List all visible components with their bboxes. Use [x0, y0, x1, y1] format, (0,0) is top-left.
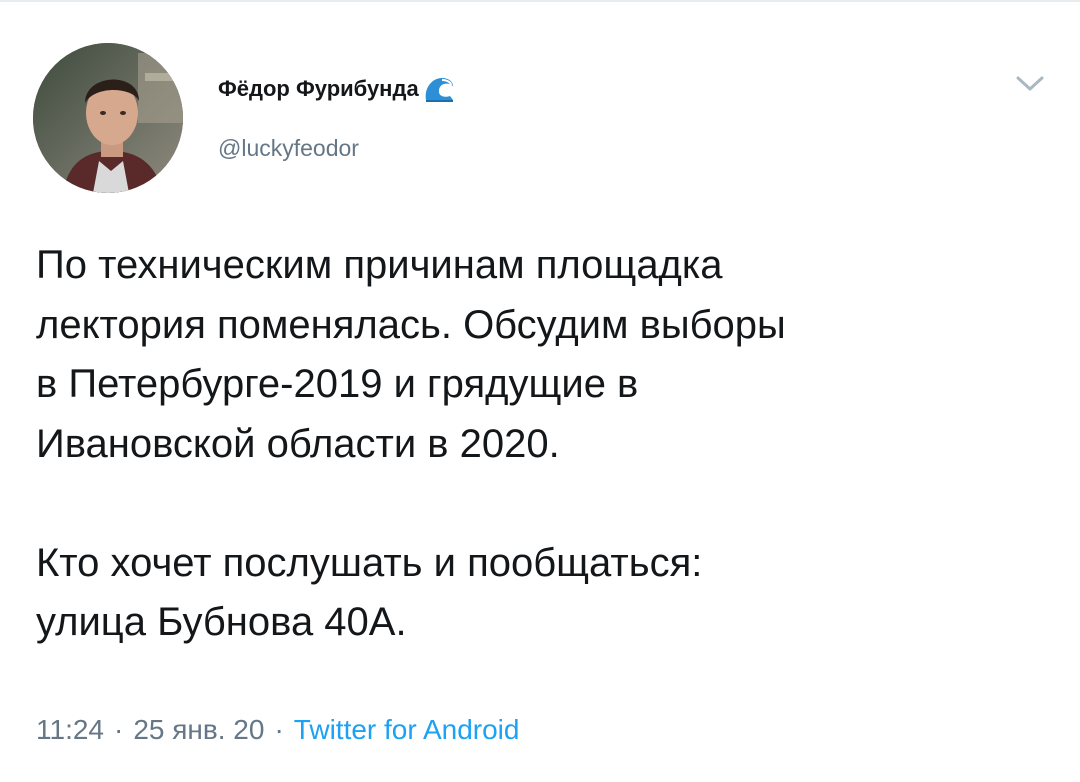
tweet-line: лектория поменялась. Обсудим выборы	[36, 302, 786, 347]
tweet-text: По техническим причинам площадка лектори…	[36, 236, 1046, 653]
meta-separator: ·	[114, 714, 124, 745]
tweet-time[interactable]: 11:24	[36, 714, 104, 745]
meta-separator: ·	[274, 714, 284, 745]
tweet-source-link[interactable]: Twitter for Android	[294, 714, 520, 745]
top-divider	[0, 0, 1080, 2]
tweet-line: в Петербурге-2019 и грядущие в	[36, 362, 639, 406]
tweet-line: Кто хочет послушать и пообщаться:	[36, 540, 703, 585]
chevron-down-icon[interactable]	[1010, 70, 1050, 98]
tweet-line: улица Бубнова 40А.	[36, 600, 407, 644]
tweet-line: Ивановской области в 2020.	[36, 421, 560, 466]
author-display-name[interactable]: Фёдор Фурибунда	[218, 76, 419, 102]
tweet-meta: 11:24 · 25 янв. 20 · Twitter for Android	[36, 714, 519, 746]
tweet-line: По техническим причинам площадка	[36, 243, 723, 287]
author-name-row[interactable]: Фёдор Фурибунда	[218, 72, 456, 106]
avatar-photo	[33, 43, 183, 193]
author-handle[interactable]: @luckyfeodor	[218, 135, 359, 162]
wave-icon	[422, 74, 456, 104]
tweet-date[interactable]: 25 янв. 20	[133, 714, 264, 745]
avatar[interactable]	[33, 43, 183, 193]
